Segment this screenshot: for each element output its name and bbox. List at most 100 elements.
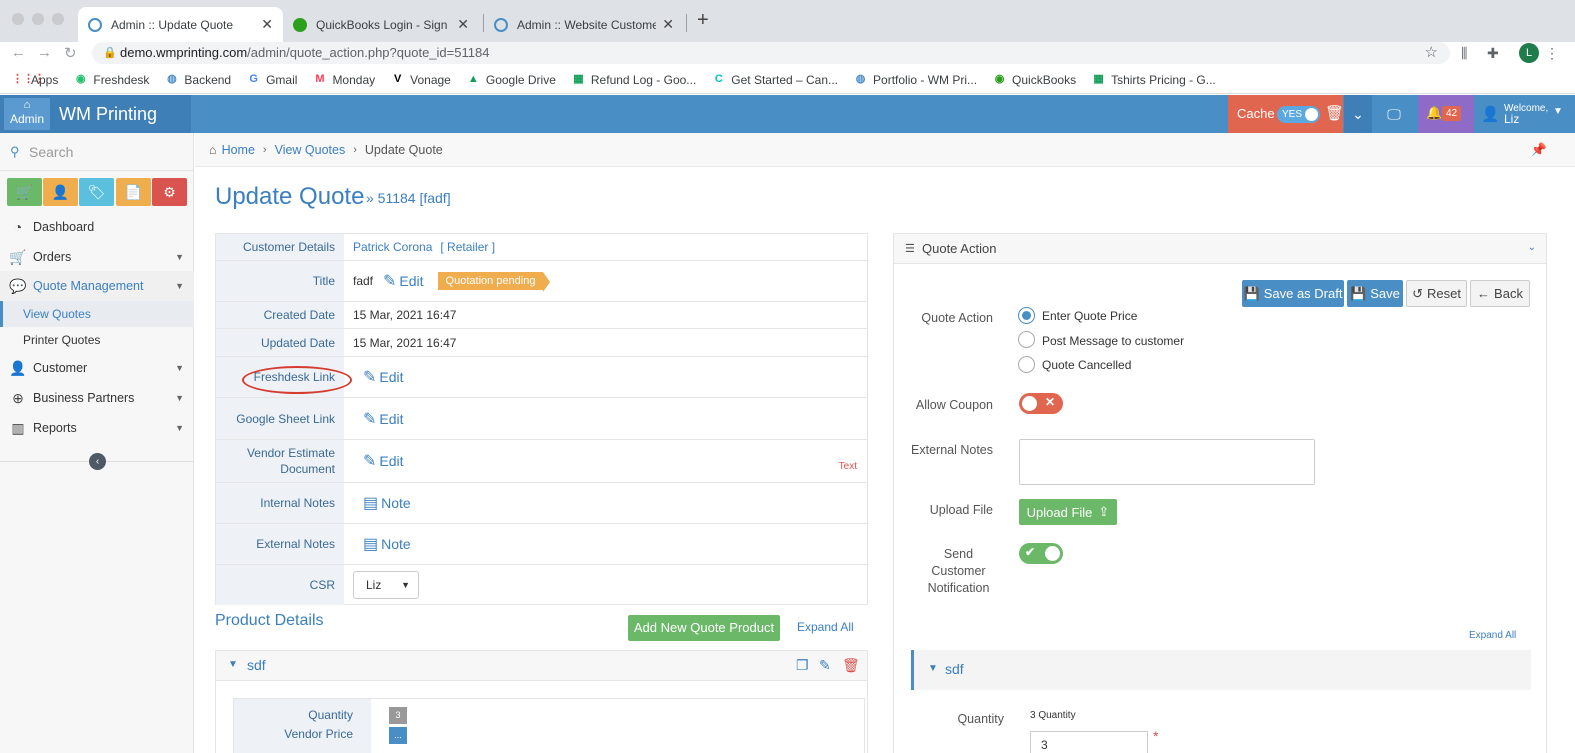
trash-icon[interactable]: 🗑 <box>842 657 860 674</box>
forward-arrow-icon[interactable]: → <box>37 44 52 61</box>
external-note-button[interactable]: ▤ Note <box>363 534 411 554</box>
browser-tab-quickbooks[interactable]: QuickBooks Login - Sign in to Q ✕ <box>283 7 479 42</box>
browser-tab-active[interactable]: Admin :: Update Quote ✕ <box>78 7 283 42</box>
chevron-down-icon: ▼ <box>175 281 184 291</box>
radio-post-message[interactable] <box>1018 331 1035 348</box>
collapse-sidebar-icon[interactable]: ‹ <box>89 453 106 470</box>
search-icon: ⚲ <box>10 144 20 159</box>
edit-google-sheet-button[interactable]: ✎ Edit <box>363 409 404 429</box>
allow-coupon-toggle[interactable]: ✕ <box>1019 393 1063 414</box>
pin-icon[interactable]: 📌 <box>1531 142 1547 158</box>
quick-tags-button[interactable]: 🏷 <box>79 178 114 206</box>
chevron-down-icon[interactable]: ⌄ <box>1528 242 1536 253</box>
search-input[interactable]: Search <box>29 144 73 160</box>
admin-home-button[interactable]: ⌂ Admin <box>4 98 50 130</box>
user-menu[interactable]: 👤 Welcome, Liz ▼ <box>1479 95 1575 133</box>
sidebar-item-dashboard[interactable]: ◔ Dashboard <box>0 212 194 242</box>
save-button[interactable]: 💾 Save <box>1347 280 1403 307</box>
reset-button[interactable]: ↺ Reset <box>1406 280 1467 307</box>
bookmark-item[interactable]: ◍ Portfolio - WM Pri... <box>854 73 977 87</box>
bookmark-item[interactable]: ▦ Tshirts Pricing - G... <box>1092 73 1215 87</box>
back-button[interactable]: ← Back <box>1470 280 1530 307</box>
bookmark-item[interactable]: ◉ QuickBooks <box>993 73 1076 87</box>
quote-action-header[interactable]: ☰ Quote Action ⌄ <box>894 234 1546 264</box>
upload-file-button[interactable]: Upload File ⇪ <box>1019 499 1117 525</box>
bookmark-item[interactable]: ▲ Google Drive <box>467 73 556 87</box>
extension-icon[interactable]: ⫼ <box>1461 45 1467 62</box>
sidebar-item-orders[interactable]: 🛒 Orders ▼ <box>0 242 194 272</box>
new-tab-button[interactable]: + <box>697 9 709 32</box>
puzzle-icon[interactable]: ✚ <box>1487 45 1499 62</box>
x-icon: ✕ <box>1045 395 1056 409</box>
profile-avatar[interactable]: L <box>1519 43 1539 63</box>
window-close-button[interactable] <box>12 13 24 25</box>
close-icon[interactable]: ✕ <box>457 16 469 33</box>
quantity-input[interactable]: 3 <box>1030 731 1148 753</box>
expand-all-link[interactable]: Expand All <box>797 620 854 634</box>
send-notification-toggle[interactable]: ✔ <box>1019 543 1063 564</box>
cache-toggle[interactable]: YES <box>1277 106 1320 123</box>
sidebar-item-view-quotes[interactable]: View Quotes <box>0 301 194 327</box>
vendor-text-link[interactable]: Text <box>839 461 857 472</box>
menu-dots-icon[interactable]: ⋮ <box>1545 45 1559 62</box>
quote-item-header[interactable]: ▼ sdf <box>911 650 1531 690</box>
bookmark-item[interactable]: G Gmail <box>247 73 297 87</box>
edit-freshdesk-button[interactable]: ✎ Edit <box>363 367 404 387</box>
bookmark-item[interactable]: M Monday <box>313 73 375 87</box>
save-as-draft-button[interactable]: 💾 Save as Draft <box>1242 280 1344 307</box>
updated-date-label: Updated Date <box>216 329 344 356</box>
monitor-icon[interactable]: 🖵 <box>1375 95 1413 133</box>
tab-title: Admin :: Website Customers <box>517 17 657 32</box>
bookmark-item[interactable]: ⋮⋮⋮ Apps <box>12 73 58 87</box>
address-bar[interactable]: 🔒 demo.wmprinting.com/admin/quote_action… <box>92 42 1450 64</box>
expand-all-link[interactable]: Expand All <box>1469 630 1516 641</box>
quick-settings-button[interactable]: ⚙ <box>152 178 187 206</box>
bookmark-icon: C <box>714 73 723 85</box>
window-minimize-button[interactable] <box>32 13 44 25</box>
radio-quote-cancelled[interactable] <box>1018 356 1035 373</box>
breadcrumb-view-quotes[interactable]: View Quotes <box>275 143 346 157</box>
edit-vendor-estimate-button[interactable]: ✎ Edit <box>363 451 404 471</box>
close-icon[interactable]: ✕ <box>261 16 273 33</box>
bookmark-item[interactable]: ▦ Refund Log - Goo... <box>572 73 696 87</box>
add-quote-product-button[interactable]: Add New Quote Product <box>628 615 780 641</box>
sidebar-item-reports[interactable]: ▥ Reports ▼ <box>0 413 194 443</box>
bookmark-item[interactable]: C Get Started – Can... <box>712 73 838 87</box>
quote-details-table: Customer Details Patrick Corona [ Retail… <box>215 233 868 605</box>
customer-type-link[interactable]: [ Retailer ] <box>440 240 495 254</box>
browser-tab-customers[interactable]: Admin :: Website Customers ✕ <box>484 7 684 42</box>
sidebar-item-quote-management[interactable]: 💬 Quote Management ▼ <box>0 271 194 301</box>
internal-note-button[interactable]: ▤ Note <box>363 493 411 513</box>
breadcrumb-home[interactable]: Home <box>222 143 255 157</box>
chevron-down-icon[interactable]: ⌄ <box>1344 95 1372 133</box>
back-arrow-icon[interactable]: ← <box>11 44 26 61</box>
bookmark-icon: G <box>249 73 258 85</box>
sidebar-item-printer-quotes[interactable]: Printer Quotes <box>0 327 194 353</box>
chevron-down-icon: ▼ <box>175 252 184 262</box>
customer-name-link[interactable]: Patrick Corona <box>353 240 432 254</box>
quick-document-button[interactable]: 📄 <box>116 178 151 206</box>
close-icon[interactable]: ✕ <box>662 16 674 33</box>
sidebar-search[interactable]: ⚲ Search <box>0 133 194 171</box>
edit-title-button[interactable]: ✎ Edit <box>383 271 424 291</box>
edit-icon[interactable]: ✎ <box>819 657 831 674</box>
product-panel-header[interactable]: ▼ sdf ❐ ✎ 🗑 <box>216 651 867 681</box>
internal-notes-label: Internal Notes <box>216 483 344 523</box>
quick-user-button[interactable]: 👤 <box>43 178 78 206</box>
notifications-button[interactable]: 🔔 42 <box>1418 95 1474 133</box>
copy-icon[interactable]: ❐ <box>796 657 809 674</box>
radio-enter-quote-price[interactable] <box>1018 307 1035 324</box>
csr-select[interactable]: Liz ▼ <box>353 571 419 599</box>
sidebar-item-customer[interactable]: 👤 Customer ▼ <box>0 353 194 383</box>
bookmark-item[interactable]: V Vonage <box>391 73 451 87</box>
quick-cart-button[interactable]: 🛒 <box>7 178 42 206</box>
window-zoom-button[interactable] <box>52 13 64 25</box>
bookmark-star-icon[interactable]: ☆ <box>1425 43 1438 61</box>
bookmark-item[interactable]: ◍ Backend <box>165 73 231 87</box>
sidebar-item-business-partners[interactable]: ⊕ Business Partners ▼ <box>0 383 194 413</box>
product-name: sdf <box>247 657 266 673</box>
external-notes-textarea[interactable] <box>1019 439 1315 485</box>
reload-icon[interactable]: ↻ <box>64 44 77 62</box>
trash-icon[interactable]: 🗑 <box>1325 104 1344 122</box>
bookmark-item[interactable]: ◉ Freshdesk <box>74 73 149 87</box>
